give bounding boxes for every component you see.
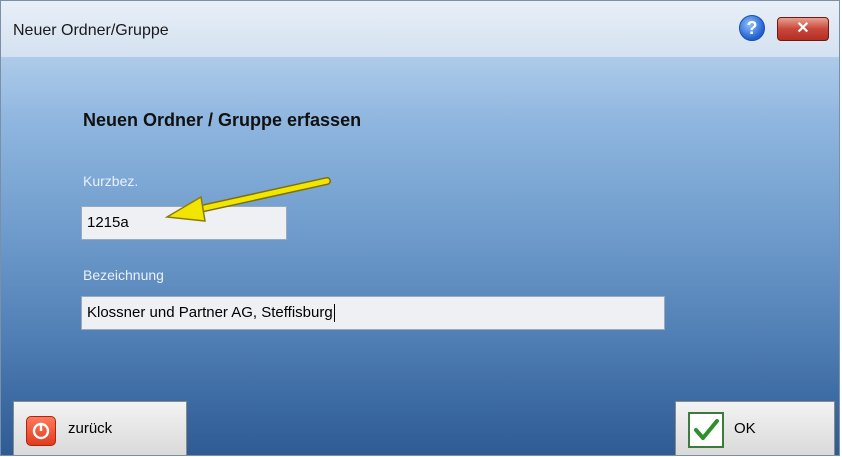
- ok-button[interactable]: OK: [675, 401, 835, 455]
- text-caret: [333, 304, 335, 323]
- window-title: Neuer Ordner/Gruppe: [13, 22, 169, 39]
- ok-button-label: OK: [734, 420, 756, 437]
- help-icon[interactable]: ?: [739, 15, 765, 41]
- power-icon: [26, 416, 56, 446]
- annotation-arrow-icon: [164, 177, 331, 222]
- back-button[interactable]: zurück: [13, 401, 187, 455]
- short-name-value: 1215a: [87, 214, 129, 231]
- dialog-window: Neuer Ordner/Gruppe ? ✕ Neuen Ordner / G…: [0, 0, 840, 456]
- short-name-label: Kurzbez.: [83, 173, 139, 189]
- description-value: Klossner und Partner AG, Steffisburg: [87, 304, 333, 321]
- title-bar: Neuer Ordner/Gruppe ? ✕: [1, 1, 839, 57]
- description-label: Bezeichnung: [83, 267, 164, 283]
- checkmark-icon: [688, 412, 724, 448]
- back-button-label: zurück: [68, 420, 113, 437]
- description-input[interactable]: Klossner und Partner AG, Steffisburg: [81, 296, 665, 330]
- close-icon[interactable]: ✕: [777, 17, 829, 41]
- form-heading: Neuen Ordner / Gruppe erfassen: [83, 110, 362, 130]
